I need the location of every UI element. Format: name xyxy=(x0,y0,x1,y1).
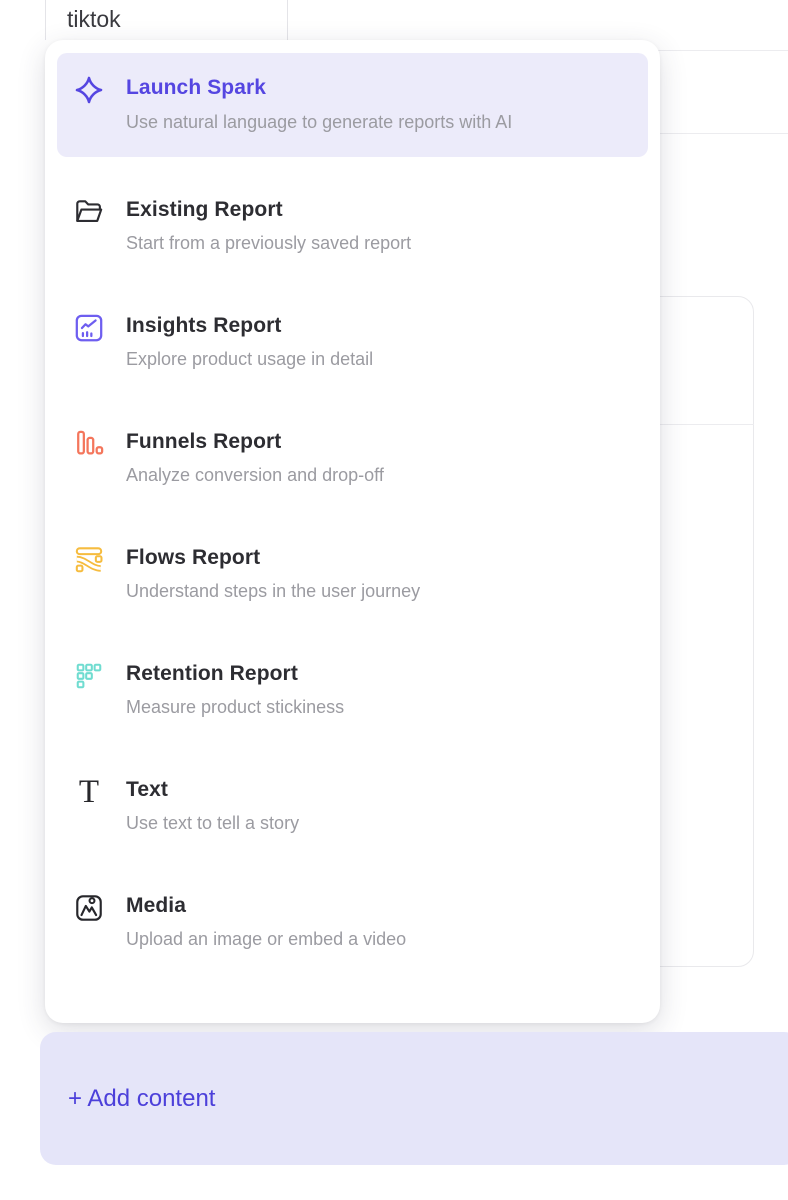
insights-chart-icon xyxy=(73,312,105,344)
retention-grid-icon xyxy=(73,660,105,692)
menu-item-text[interactable]: T Text Use text to tell a story xyxy=(57,757,648,855)
menu-item-title: Text xyxy=(126,777,299,803)
menu-item-description: Measure product stickiness xyxy=(126,696,344,719)
menu-item-description: Explore product usage in detail xyxy=(126,348,373,371)
menu-item-media[interactable]: Media Upload an image or embed a video xyxy=(57,873,648,971)
add-content-label: + Add content xyxy=(68,1085,215,1113)
folder-icon xyxy=(73,196,105,228)
menu-item-title: Insights Report xyxy=(126,313,373,339)
menu-item-title: Launch Spark xyxy=(126,75,512,101)
menu-item-insights-report[interactable]: Insights Report Explore product usage in… xyxy=(57,293,648,391)
flows-icon xyxy=(73,544,105,576)
table-row-border xyxy=(655,50,788,51)
menu-item-title: Funnels Report xyxy=(126,429,384,455)
menu-item-existing-report[interactable]: Existing Report Start from a previously … xyxy=(57,177,648,275)
menu-item-flows-report[interactable]: Flows Report Understand steps in the use… xyxy=(57,525,648,623)
text-icon: T xyxy=(73,776,105,808)
add-content-button[interactable]: + Add content xyxy=(40,1032,788,1165)
menu-item-description: Understand steps in the user journey xyxy=(126,580,420,603)
media-icon xyxy=(73,892,105,924)
table-column-border xyxy=(287,0,288,40)
menu-item-description: Use natural language to generate reports… xyxy=(126,109,512,135)
menu-item-description: Upload an image or embed a video xyxy=(126,928,406,951)
menu-item-description: Start from a previously saved report xyxy=(126,232,411,255)
menu-item-retention-report[interactable]: Retention Report Measure product stickin… xyxy=(57,641,648,739)
table-row-border xyxy=(655,133,788,134)
add-content-menu: Launch Spark Use natural language to gen… xyxy=(45,40,660,1023)
menu-item-description: Use text to tell a story xyxy=(126,812,299,835)
page: tiktok Launch Spark Use natural language… xyxy=(0,0,788,1200)
table-column-border xyxy=(45,0,46,40)
menu-item-title: Existing Report xyxy=(126,197,411,223)
table-row-label: tiktok xyxy=(67,3,121,35)
menu-item-description: Analyze conversion and drop-off xyxy=(126,464,384,487)
spark-icon xyxy=(73,74,105,106)
menu-item-title: Flows Report xyxy=(126,545,420,571)
menu-item-title: Media xyxy=(126,893,406,919)
menu-item-launch-spark[interactable]: Launch Spark Use natural language to gen… xyxy=(57,53,648,157)
funnels-bars-icon xyxy=(73,428,105,460)
menu-item-funnels-report[interactable]: Funnels Report Analyze conversion and dr… xyxy=(57,409,648,507)
background-card-divider xyxy=(655,424,754,425)
menu-item-title: Retention Report xyxy=(126,661,344,687)
